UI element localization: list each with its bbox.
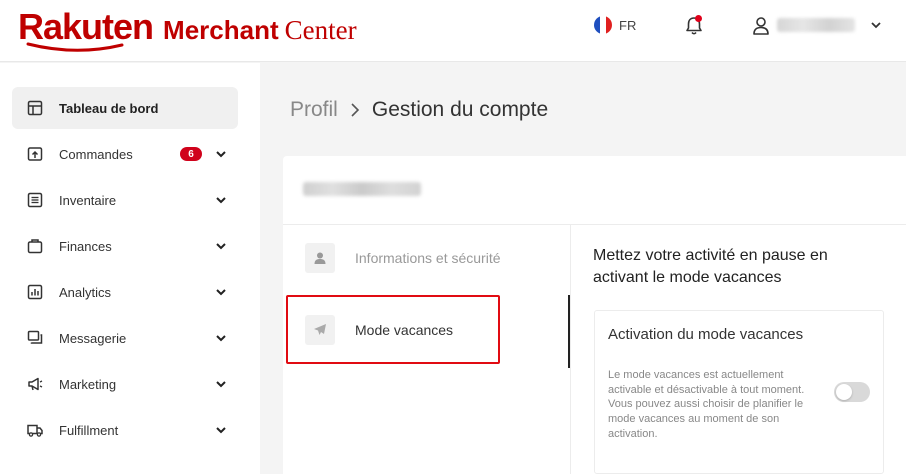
- store-name-redacted: [303, 182, 421, 196]
- logo-center-text: Center: [284, 15, 357, 45]
- sidebar-item-label: Finances: [59, 238, 112, 254]
- inventory-icon: [27, 192, 43, 208]
- vacation-heading: Mettez votre activité en pause en activa…: [593, 247, 828, 286]
- sidebar-item-dashboard[interactable]: Tableau de bord: [12, 87, 238, 129]
- sidebar-item-label: Marketing: [59, 376, 117, 392]
- sidebar-item-label: Messagerie: [59, 330, 127, 346]
- chevron-down-icon[interactable]: [215, 148, 227, 160]
- rakuten-merchant-center-logo[interactable]: Rakuten Merchant Center: [18, 4, 357, 54]
- finances-icon: [27, 239, 43, 254]
- messaging-icon: [27, 330, 43, 344]
- page-title: Gestion du compte: [371, 98, 549, 121]
- sidebar-item-label: Commandes: [59, 146, 133, 162]
- chevron-right-icon: [351, 103, 359, 117]
- megaphone-icon: [28, 377, 43, 391]
- sidebar-item-orders[interactable]: Commandes 6: [12, 133, 238, 175]
- notification-dot: [695, 15, 702, 22]
- active-indicator: [568, 295, 570, 368]
- logo-merchant-text: Merchant: [163, 15, 279, 45]
- toggle-knob: [836, 384, 852, 400]
- breadcrumb-parent-link[interactable]: Profil: [290, 98, 338, 122]
- truck-icon: [27, 424, 43, 437]
- user-name-redacted[interactable]: [777, 18, 855, 32]
- logo-swoosh-icon: [26, 42, 124, 52]
- sidebar-item-analytics[interactable]: Analytics: [12, 271, 238, 313]
- sidebar-item-marketing[interactable]: Marketing: [12, 363, 238, 405]
- user-icon: [305, 243, 335, 273]
- divider: [283, 224, 906, 225]
- sidebar-item-finances[interactable]: Finances: [12, 225, 238, 267]
- chevron-down-icon[interactable]: [215, 240, 227, 252]
- sidebar-item-messaging[interactable]: Messagerie: [12, 317, 238, 359]
- divider: [570, 225, 571, 474]
- chevron-down-icon[interactable]: [215, 286, 227, 298]
- chevron-down-icon[interactable]: [215, 194, 227, 206]
- sidebar-item-inventory[interactable]: Inventaire: [12, 179, 238, 221]
- sidebar-item-fulfillment[interactable]: Fulfillment: [12, 409, 238, 451]
- sidebar: Tableau de bord Commandes 6 Inventaire F…: [0, 63, 260, 474]
- top-header: Rakuten Merchant Center FR: [0, 0, 906, 62]
- orders-count-badge: 6: [180, 147, 202, 161]
- vacation-mode-toggle[interactable]: [834, 382, 870, 402]
- vacation-card-title: Activation du mode vacances: [608, 326, 804, 343]
- breadcrumb: Profil Gestion du compte: [290, 98, 548, 122]
- menu-item-label: Informations et sécurité: [355, 250, 501, 266]
- user-icon[interactable]: [752, 16, 770, 36]
- chevron-down-icon[interactable]: [215, 378, 227, 390]
- sidebar-item-label: Inventaire: [59, 192, 117, 208]
- analytics-icon: [27, 284, 43, 300]
- dashboard-icon: [27, 100, 43, 116]
- french-flag-icon: [594, 16, 612, 34]
- chevron-down-icon[interactable]: [870, 19, 882, 31]
- chevron-down-icon[interactable]: [215, 332, 227, 344]
- language-label: FR: [619, 17, 637, 33]
- selection-highlight: [286, 295, 500, 364]
- language-switcher[interactable]: FR: [594, 16, 636, 34]
- sidebar-item-label: Analytics: [59, 284, 112, 300]
- sidebar-item-label: Tableau de bord: [59, 100, 159, 116]
- chevron-down-icon[interactable]: [215, 424, 227, 436]
- sidebar-item-label: Fulfillment: [59, 422, 119, 438]
- menu-item-info-security[interactable]: Informations et sécurité: [287, 227, 570, 289]
- vacation-card-description: Le mode vacances est actuellement activa…: [608, 369, 805, 440]
- orders-icon: [27, 147, 43, 161]
